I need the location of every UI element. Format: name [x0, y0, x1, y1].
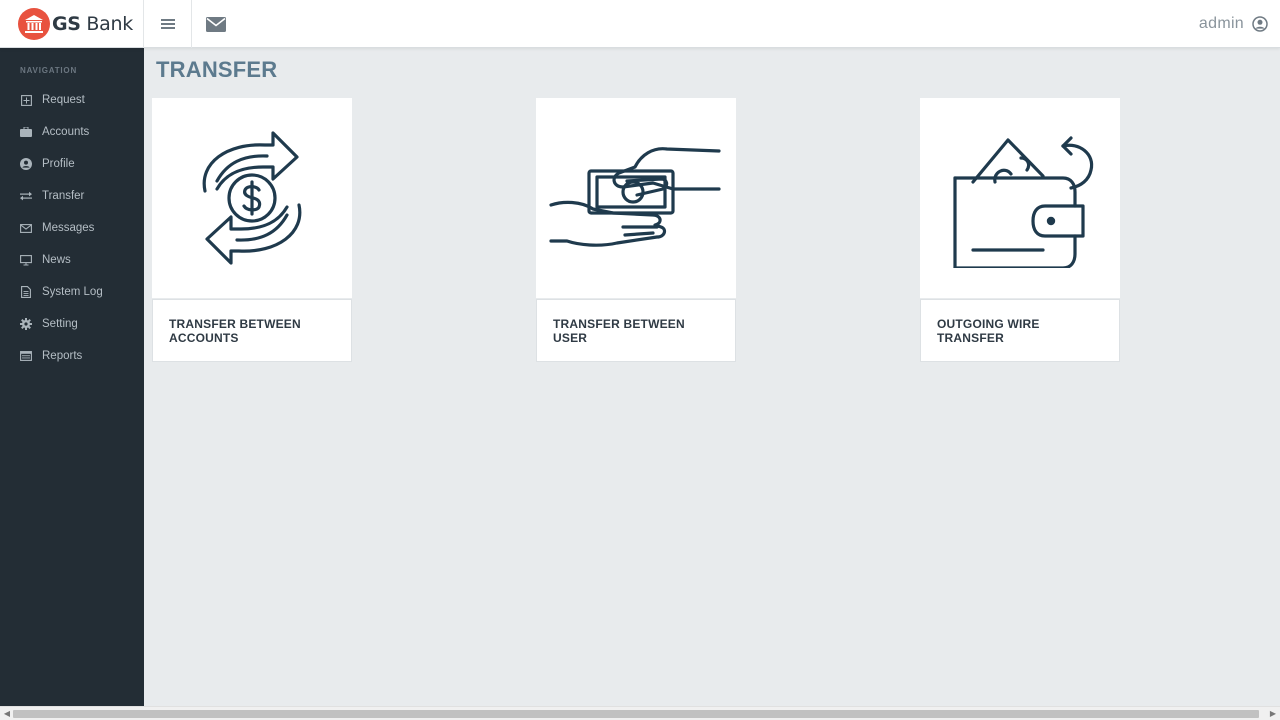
- list-icon: [20, 350, 32, 362]
- user-circle-icon: [1252, 16, 1268, 32]
- brand-name: GS Bank: [52, 13, 133, 35]
- sidebar-item-request[interactable]: Request: [0, 84, 144, 116]
- sidebar-item-setting[interactable]: Setting: [0, 308, 144, 340]
- card-label: TRANSFER BETWEEN USER: [536, 299, 736, 362]
- sidebar-item-accounts[interactable]: Accounts: [0, 116, 144, 148]
- card-label: OUTGOING WIRE TRANSFER: [920, 299, 1120, 362]
- envelope-icon: [20, 222, 32, 234]
- wallet-icon: [953, 136, 1094, 268]
- sidebar-item-label: Transfer: [42, 190, 85, 202]
- plus-square-icon: [20, 94, 32, 106]
- user-menu[interactable]: admin: [1199, 0, 1268, 48]
- menu-toggle-button[interactable]: [144, 0, 192, 48]
- nav-heading: NAVIGATION: [20, 66, 78, 75]
- card-image: [152, 98, 352, 298]
- hand-cash-icon: [549, 147, 721, 247]
- scrollbar-thumb[interactable]: [13, 710, 1259, 718]
- sidebar-item-transfer[interactable]: Transfer: [0, 180, 144, 212]
- briefcase-icon: [20, 126, 32, 138]
- sidebar-item-label: Profile: [42, 158, 75, 170]
- top-bar: GS Bank admin: [0, 0, 1280, 48]
- sidebar-item-news[interactable]: News: [0, 244, 144, 276]
- sidebar-item-reports[interactable]: Reports: [0, 340, 144, 372]
- card-image: [920, 98, 1120, 298]
- brand[interactable]: GS Bank: [0, 0, 144, 48]
- exchange-icon: [20, 190, 32, 202]
- sidebar-item-label: News: [42, 254, 71, 266]
- card-label: TRANSFER BETWEEN ACCOUNTS: [152, 299, 352, 362]
- sidebar-item-label: Setting: [42, 318, 78, 330]
- sidebar-item-label: Reports: [42, 350, 83, 362]
- hamburger-icon: [160, 19, 175, 29]
- card-transfer-between-accounts[interactable]: TRANSFER BETWEEN ACCOUNTS: [152, 98, 352, 362]
- main-content: TRANSFER TRANSFER BETWEEN ACCOUNTS TRANS…: [144, 48, 1280, 706]
- file-icon: [20, 286, 32, 298]
- sidebar-item-messages[interactable]: Messages: [0, 212, 144, 244]
- user-circle-icon: [20, 158, 32, 170]
- sidebar-item-label: Request: [42, 94, 85, 106]
- envelope-icon: [206, 16, 226, 32]
- sidebar-item-system-log[interactable]: System Log: [0, 276, 144, 308]
- card-transfer-between-user[interactable]: TRANSFER BETWEEN USER: [536, 98, 736, 362]
- messages-button[interactable]: [192, 0, 240, 48]
- sidebar: NAVIGATION Request Accounts Profile Tran…: [0, 48, 144, 706]
- bank-building-icon: [18, 8, 50, 40]
- sidebar-item-profile[interactable]: Profile: [0, 148, 144, 180]
- scroll-right-arrow-icon[interactable]: ▶: [1268, 709, 1278, 719]
- user-name: admin: [1198, 15, 1244, 32]
- money-exchange-icon: [202, 131, 302, 265]
- sidebar-item-label: System Log: [42, 286, 103, 298]
- sidebar-item-label: Messages: [42, 222, 95, 234]
- monitor-icon: [20, 254, 32, 266]
- gear-icon: [20, 318, 32, 330]
- card-outgoing-wire-transfer[interactable]: OUTGOING WIRE TRANSFER: [920, 98, 1120, 362]
- page-title: TRANSFER: [156, 57, 278, 82]
- scroll-left-arrow-icon[interactable]: ◀: [2, 709, 12, 719]
- card-image: [536, 98, 736, 298]
- sidebar-item-label: Accounts: [42, 126, 90, 138]
- horizontal-scrollbar[interactable]: ◀ ▶: [0, 706, 1280, 720]
